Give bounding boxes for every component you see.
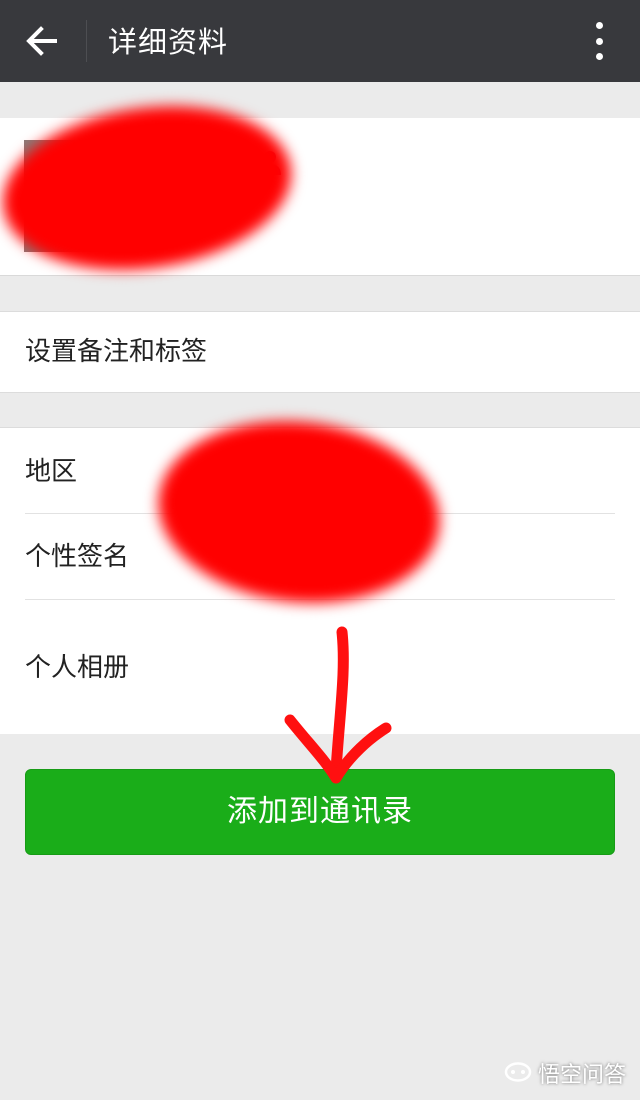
back-button[interactable] (18, 18, 66, 64)
annotation-arrow-icon (284, 626, 392, 784)
arrow-left-icon (26, 26, 57, 56)
header-divider (86, 20, 87, 62)
contact-details-page: 详细资料 设置备注和标签 地区 个性签名 个人相册 添加到通讯录 悟空问答 (0, 0, 640, 1100)
set-remark-label: 设置备注和标签 (25, 337, 208, 367)
top-bar: 详细资料 (0, 0, 640, 82)
region-label: 地区 (25, 457, 78, 487)
more-button[interactable] (588, 20, 610, 62)
signature-label: 个性签名 (25, 542, 130, 572)
watermark: 悟空问答 (504, 1056, 626, 1090)
watermark-text: 悟空问答 (537, 1063, 626, 1088)
chat-bubble-icon (504, 1062, 532, 1082)
album-label: 个人相册 (25, 653, 130, 683)
more-vertical-icon (595, 22, 603, 29)
set-remark-row[interactable]: 设置备注和标签 (0, 311, 640, 393)
page-title: 详细资料 (108, 25, 229, 59)
